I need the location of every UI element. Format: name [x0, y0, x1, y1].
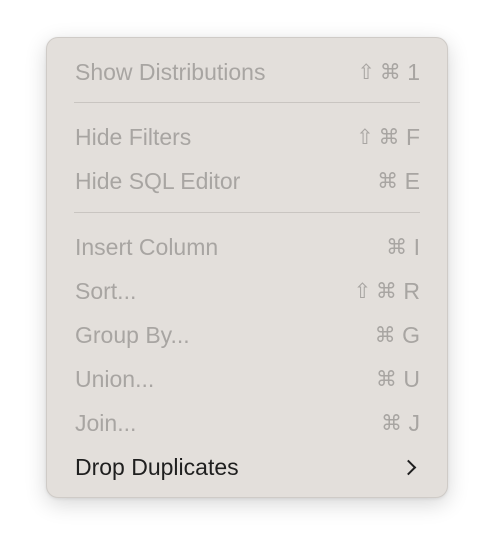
menu-separator: [74, 212, 420, 213]
menu-item-drop-duplicates[interactable]: Drop Duplicates: [47, 445, 447, 489]
chevron-right-icon: [400, 459, 417, 475]
shift-icon: ⇧: [356, 125, 374, 149]
menu-item-insert-column[interactable]: Insert Column ⌘ I: [47, 225, 447, 269]
command-icon: ⌘: [381, 411, 402, 435]
menu-item-sort[interactable]: Sort... ⇧ ⌘ R: [47, 269, 447, 313]
menu-item-label: Group By...: [75, 321, 190, 348]
command-icon: ⌘: [377, 169, 399, 193]
menu-item-label: Hide SQL Editor: [75, 167, 241, 194]
menu-item-label: Insert Column: [75, 233, 219, 260]
command-icon: ⌘: [386, 235, 408, 259]
command-icon: ⌘: [375, 367, 397, 391]
keyboard-shortcut: ⌘ E: [377, 168, 420, 195]
menu-item-show-distributions[interactable]: Show Distributions ⇧ ⌘ 1: [47, 50, 447, 94]
menu-item-union[interactable]: Union... ⌘ U: [47, 357, 447, 401]
keyboard-shortcut: ⇧ ⌘ 1: [355, 59, 420, 86]
menu-item-label: Hide Filters: [75, 123, 192, 150]
shift-icon: ⇧: [357, 60, 375, 84]
keyboard-shortcut: ⌘ U: [375, 366, 420, 393]
menu-item-label: Union...: [75, 365, 155, 392]
command-icon: ⌘: [374, 323, 396, 347]
shortcut-key: J: [408, 409, 421, 436]
shortcut-key: I: [413, 233, 420, 260]
command-icon: ⌘: [379, 60, 401, 84]
shortcut-key: F: [405, 123, 420, 150]
menu-item-label: Drop Duplicates: [75, 453, 239, 480]
context-menu: Show Distributions ⇧ ⌘ 1 Hide Filters ⇧ …: [46, 37, 448, 498]
shortcut-key: R: [403, 277, 420, 304]
menu-item-label: Show Distributions: [75, 58, 266, 85]
menu-item-group-by[interactable]: Group By... ⌘ G: [47, 313, 447, 357]
keyboard-shortcut: ⇧ ⌘ R: [351, 278, 420, 305]
keyboard-shortcut: ⌘ I: [386, 234, 420, 261]
menu-item-label: Join...: [75, 409, 137, 436]
menu-separator: [74, 102, 420, 103]
menu-item-hide-sql-editor[interactable]: Hide SQL Editor ⌘ E: [47, 159, 447, 203]
shortcut-key: E: [404, 167, 420, 194]
shortcut-key: 1: [407, 58, 420, 85]
keyboard-shortcut: ⌘ J: [381, 409, 421, 437]
command-icon: ⌘: [378, 125, 400, 149]
shortcut-key: G: [402, 321, 420, 348]
menu-item-join[interactable]: Join... ⌘ J: [47, 401, 447, 445]
shift-icon: ⇧: [353, 279, 372, 303]
menu-item-hide-filters[interactable]: Hide Filters ⇧ ⌘ F: [47, 115, 447, 159]
shortcut-key: U: [403, 365, 420, 392]
command-icon: ⌘: [375, 279, 397, 303]
keyboard-shortcut: ⇧ ⌘ F: [354, 124, 420, 151]
menu-item-label: Sort...: [75, 277, 137, 304]
keyboard-shortcut: ⌘ G: [374, 322, 420, 349]
